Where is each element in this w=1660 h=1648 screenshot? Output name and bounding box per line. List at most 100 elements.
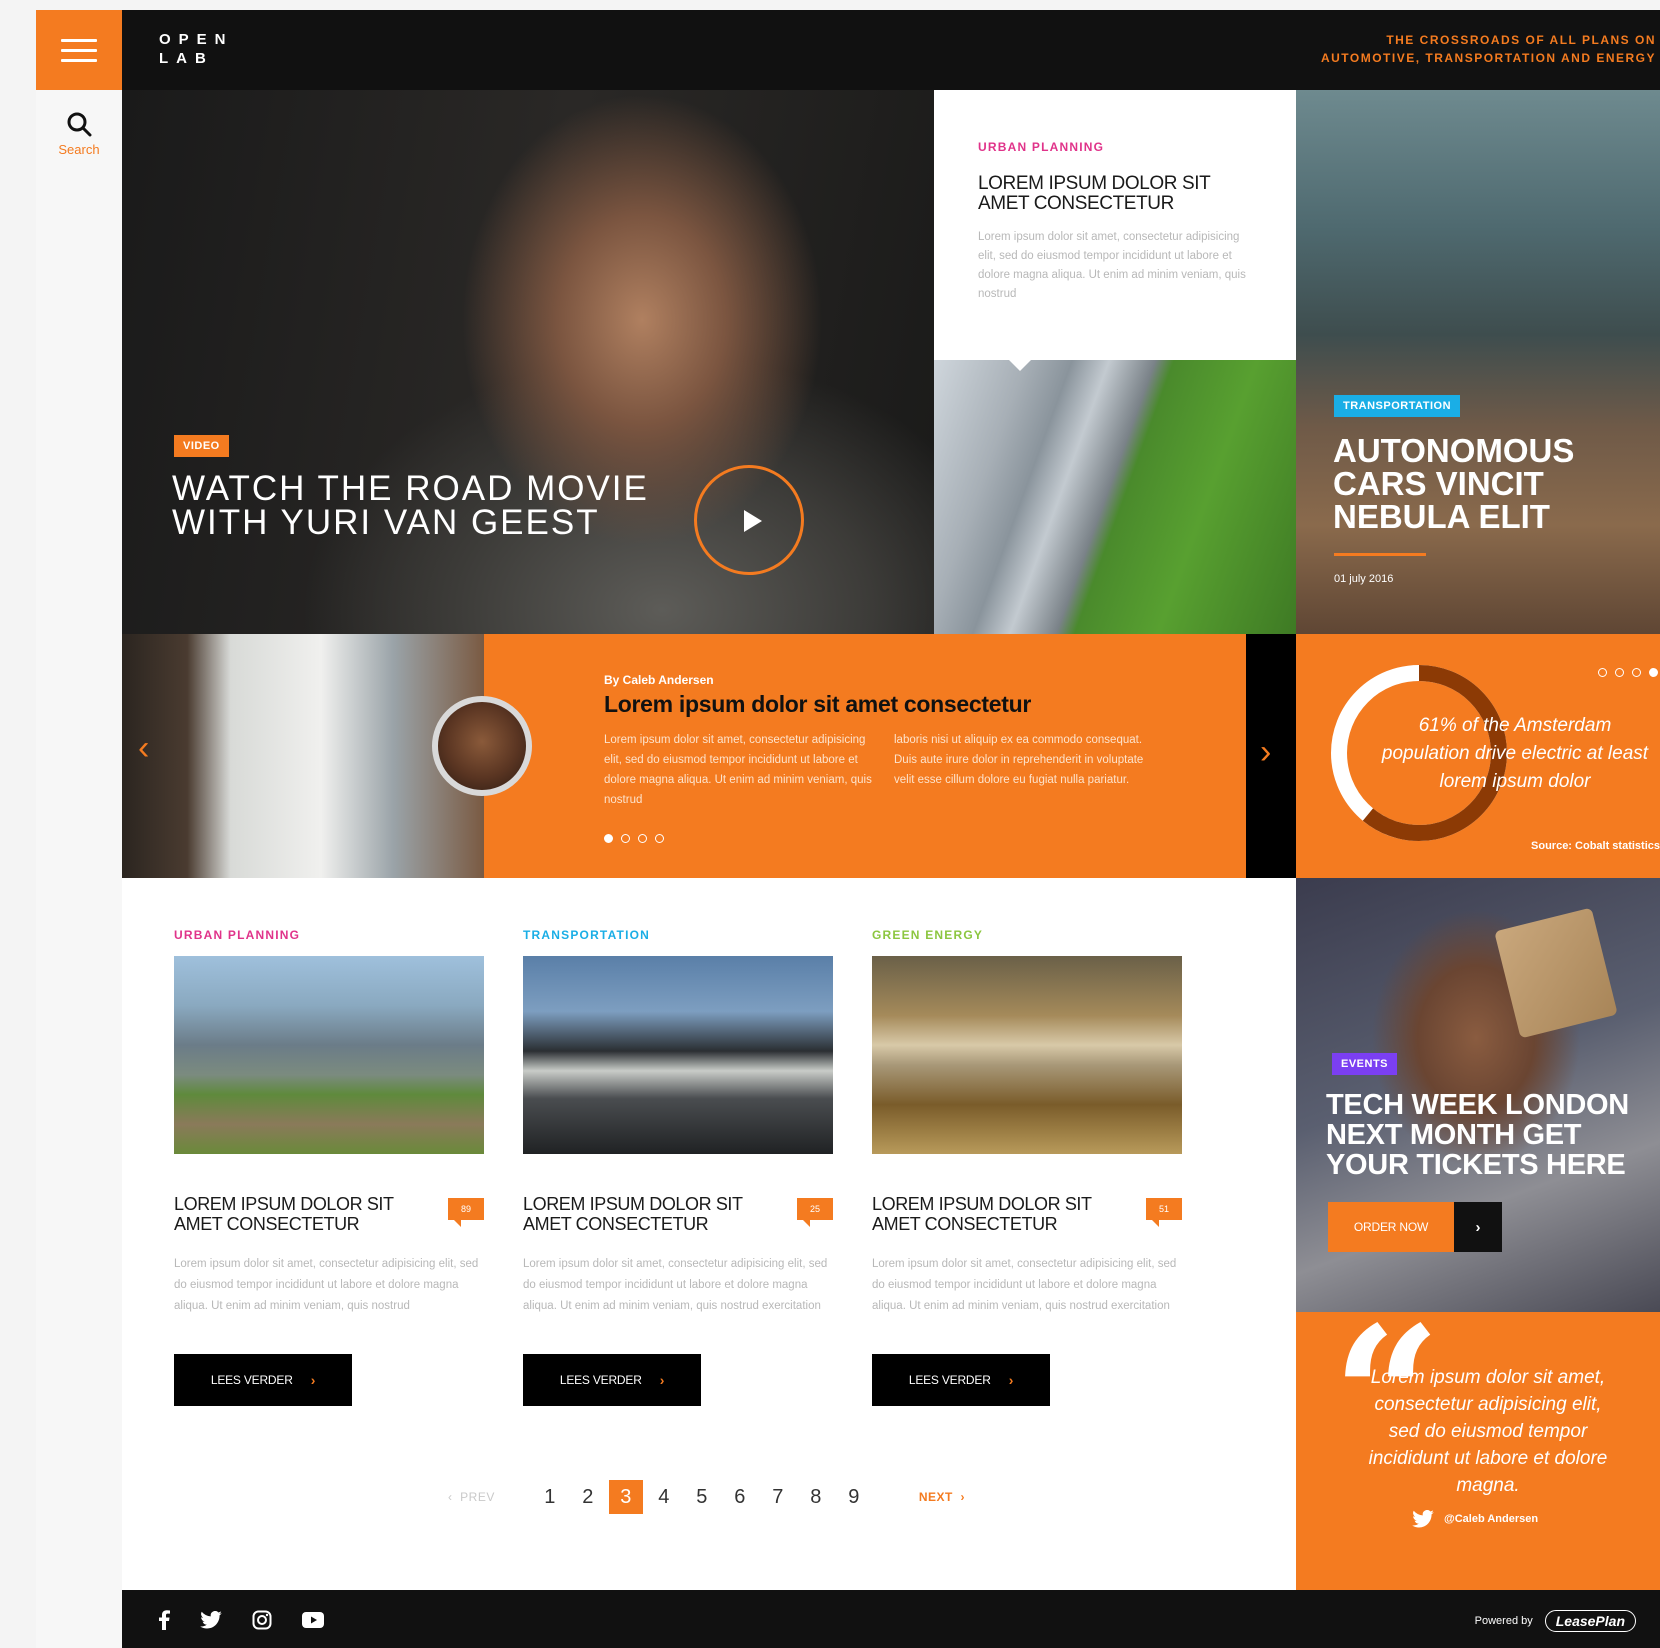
- menu-icon: [61, 38, 97, 42]
- feature-image: ‹: [122, 634, 484, 878]
- chevron-right-icon: ›: [659, 1372, 665, 1388]
- urban-planning-card[interactable]: URBAN PLANNING LOREM IPSUM DOLOR SIT AME…: [934, 90, 1296, 360]
- page-number[interactable]: 4: [645, 1480, 683, 1514]
- page-number[interactable]: 7: [759, 1480, 797, 1514]
- stat-card: 61% of the Amsterdam population drive el…: [1296, 634, 1660, 878]
- page-number[interactable]: 9: [835, 1480, 873, 1514]
- search-button[interactable]: Search: [36, 110, 122, 157]
- twitter-icon[interactable]: [200, 1610, 222, 1634]
- top-bar: OPEN LAB THE CROSSROADS OF ALL PLANS ON …: [122, 10, 1660, 90]
- stat-source: Source: Cobalt statistics: [1531, 840, 1660, 852]
- pagination: ‹ PREV 123456789 NEXT ›: [448, 1480, 965, 1514]
- search-label: Search: [58, 142, 100, 157]
- events-badge: EVENTS: [1332, 1053, 1398, 1075]
- article-kicker: GREEN ENERGY: [872, 928, 984, 942]
- logo[interactable]: OPEN LAB: [159, 30, 234, 68]
- article-image[interactable]: [174, 956, 484, 1154]
- article-card[interactable]: TRANSPORTATION LOREM IPSUM DOLOR SIT AME…: [523, 928, 833, 1406]
- video-badge: VIDEO: [174, 435, 229, 457]
- article-title[interactable]: LOREM IPSUM DOLOR SIT AMET CONSECTETUR: [174, 1194, 414, 1234]
- search-icon: [67, 112, 92, 137]
- twitter-icon: [1412, 1510, 1434, 1528]
- article-excerpt: Lorem ipsum dolor sit amet, consectetur …: [872, 1258, 1177, 1312]
- article-excerpt: Lorem ipsum dolor sit amet, consectetur …: [523, 1258, 828, 1312]
- stat-text: 61% of the Amsterdam population drive el…: [1381, 715, 1649, 792]
- slider-dot[interactable]: [655, 834, 664, 843]
- page-numbers: 123456789: [531, 1480, 873, 1514]
- card-excerpt: Lorem ipsum dolor sit amet, consectetur …: [978, 231, 1246, 300]
- chevron-right-icon[interactable]: ›: [1260, 732, 1271, 772]
- feature-text-col-1: Lorem ipsum dolor sit amet, consectetur …: [604, 734, 872, 806]
- slider-dot[interactable]: [1632, 668, 1641, 677]
- events-card[interactable]: EVENTS TECH WEEK LONDON NEXT MONTH GET Y…: [1296, 878, 1660, 1312]
- order-now-button[interactable]: ORDER NOW: [1328, 1202, 1454, 1252]
- slider-dot[interactable]: [621, 834, 630, 843]
- events-title[interactable]: TECH WEEK LONDON NEXT MONTH GET YOUR TIC…: [1326, 1090, 1656, 1180]
- transportation-badge: TRANSPORTATION: [1334, 395, 1461, 417]
- article-card[interactable]: GREEN ENERGY LOREM IPSUM DOLOR SIT AMET …: [872, 928, 1182, 1406]
- card-notch: [1008, 359, 1032, 371]
- next-page-link[interactable]: NEXT ›: [919, 1490, 965, 1504]
- slider-dot[interactable]: [1649, 668, 1658, 677]
- article-title[interactable]: LOREM IPSUM DOLOR SIT AMET CONSECTETUR: [523, 1194, 763, 1234]
- comment-count-badge: 51: [1146, 1198, 1182, 1227]
- feature-text-col-2: laboris nisi ut aliquip ex ea commodo co…: [894, 734, 1144, 786]
- left-rail: Search: [36, 10, 122, 1648]
- stat-dots: [1598, 668, 1658, 677]
- page-number[interactable]: 3: [608, 1480, 643, 1514]
- slider-dots: [604, 834, 664, 843]
- hero-video-card[interactable]: VIDEO WATCH THE ROAD MOVIE WITH YURI VAN…: [122, 90, 934, 634]
- article-card[interactable]: URBAN PLANNING LOREM IPSUM DOLOR SIT AME…: [174, 928, 484, 1406]
- post-date: 01 july 2016: [1334, 573, 1394, 585]
- quote-author-link[interactable]: @Caleb Andersen: [1412, 1510, 1538, 1528]
- page-number[interactable]: 8: [797, 1480, 835, 1514]
- footer: Powered by LeasePlan: [122, 1590, 1660, 1648]
- youtube-icon[interactable]: [302, 1612, 324, 1633]
- page-number[interactable]: 2: [569, 1480, 607, 1514]
- facebook-icon[interactable]: [158, 1610, 170, 1635]
- card-kicker: URBAN PLANNING: [978, 140, 1105, 154]
- article-image[interactable]: [523, 956, 833, 1154]
- tagline: THE CROSSROADS OF ALL PLANS ON AUTOMOTIV…: [1320, 33, 1656, 65]
- slider-dot[interactable]: [1615, 668, 1624, 677]
- autonomous-title[interactable]: AUTONOMOUS CARS VINCIT NEBULA ELIT: [1333, 434, 1633, 533]
- title-underline: [1334, 553, 1426, 556]
- feature-title[interactable]: Lorem ipsum dolor sit amet consectetur: [604, 691, 1031, 718]
- instagram-icon[interactable]: [252, 1610, 272, 1635]
- feature-panel: By Caleb Andersen Lorem ipsum dolor sit …: [484, 634, 1246, 878]
- autonomous-cars-card[interactable]: TRANSPORTATION AUTONOMOUS CARS VINCIT NE…: [1296, 90, 1660, 634]
- prev-page-link[interactable]: ‹ PREV: [448, 1490, 495, 1504]
- social-links: [158, 1610, 324, 1635]
- read-more-button[interactable]: LEES VERDER ›: [174, 1354, 352, 1406]
- chevron-right-icon: ›: [310, 1372, 316, 1388]
- slider-dot[interactable]: [1598, 668, 1607, 677]
- chevron-right-icon[interactable]: ›: [1454, 1202, 1502, 1252]
- page-number[interactable]: 1: [531, 1480, 569, 1514]
- read-more-button[interactable]: LEES VERDER ›: [523, 1354, 701, 1406]
- article-kicker: URBAN PLANNING: [174, 928, 301, 942]
- read-more-button[interactable]: LEES VERDER ›: [872, 1354, 1050, 1406]
- article-excerpt: Lorem ipsum dolor sit amet, consectetur …: [174, 1258, 479, 1312]
- page-number[interactable]: 6: [721, 1480, 759, 1514]
- byline: By Caleb Andersen: [604, 673, 714, 687]
- article-image[interactable]: [872, 956, 1182, 1154]
- comment-count-badge: 89: [448, 1198, 484, 1227]
- avatar: [432, 696, 532, 796]
- quote-text: Lorem ipsum dolor sit amet, consectetur …: [1368, 1367, 1608, 1496]
- chevron-left-icon[interactable]: ‹: [138, 728, 149, 768]
- quote-card: “ Lorem ipsum dolor sit amet, consectetu…: [1296, 1302, 1660, 1590]
- slider-dot[interactable]: [604, 834, 613, 843]
- play-button[interactable]: [694, 465, 804, 575]
- page: Search OPEN LAB THE CROSSROADS OF ALL PL…: [36, 10, 1660, 1648]
- page-number[interactable]: 5: [683, 1480, 721, 1514]
- article-title[interactable]: LOREM IPSUM DOLOR SIT AMET CONSECTETUR: [872, 1194, 1112, 1234]
- card-title[interactable]: LOREM IPSUM DOLOR SIT AMET CONSECTETUR: [978, 174, 1256, 214]
- slider-dot[interactable]: [638, 834, 647, 843]
- slider-next-bar[interactable]: ›: [1246, 634, 1296, 878]
- article-kicker: TRANSPORTATION: [523, 928, 651, 942]
- menu-button[interactable]: [36, 10, 122, 90]
- partner-logo[interactable]: LeasePlan: [1544, 1610, 1636, 1632]
- hero-title[interactable]: WATCH THE ROAD MOVIE WITH YURI VAN GEEST: [172, 471, 672, 540]
- powered-by: Powered by LeasePlan: [1475, 1610, 1636, 1632]
- green-building-image[interactable]: [934, 360, 1296, 634]
